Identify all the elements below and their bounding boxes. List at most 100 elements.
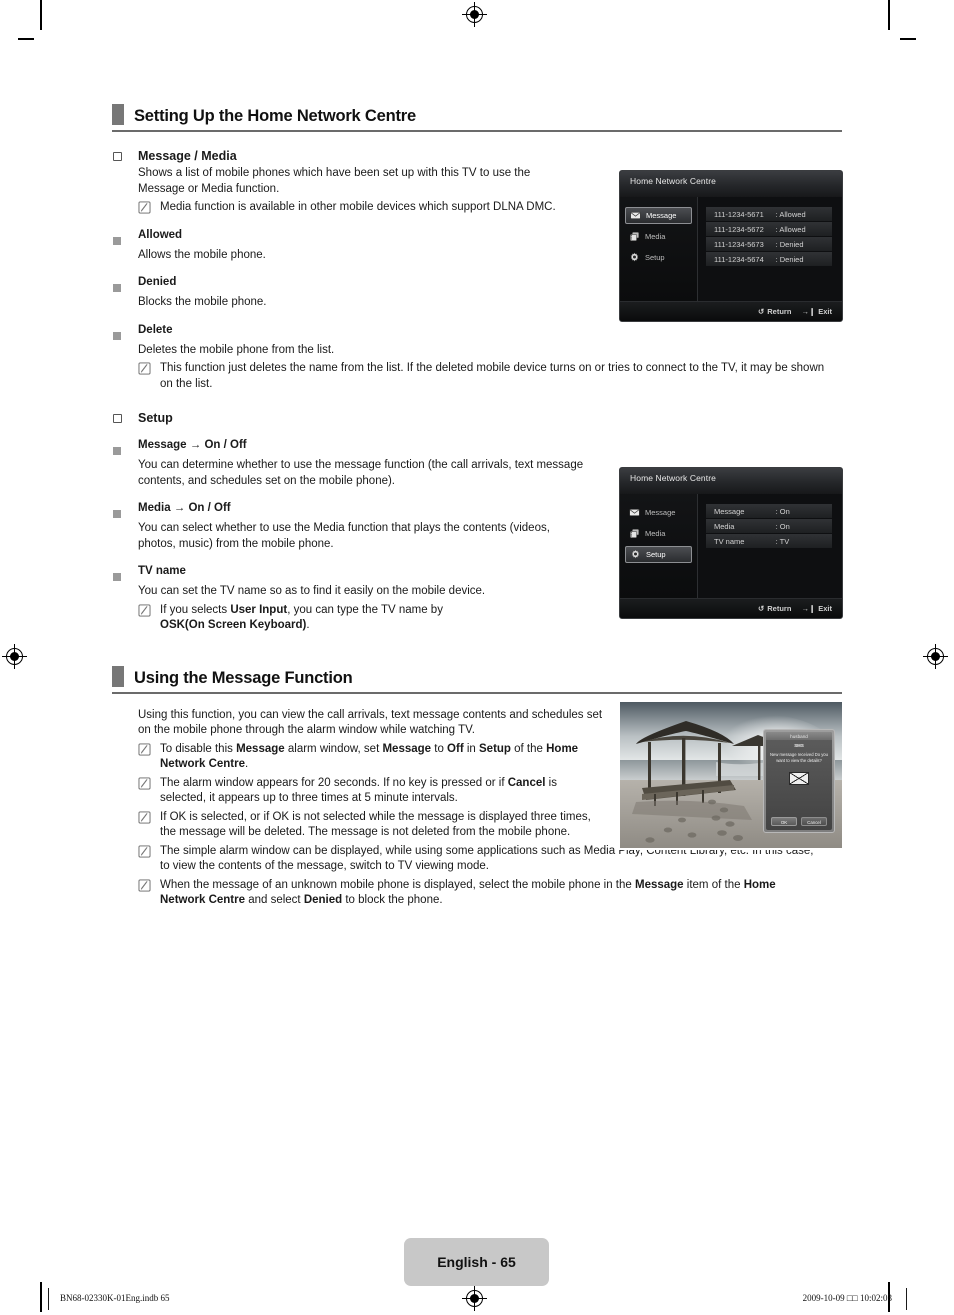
media-icon [629, 231, 640, 242]
topic-title: Setup [138, 411, 173, 425]
osd-nav-item-message[interactable]: Message [625, 207, 692, 224]
crop-mark-top-left-h [18, 38, 34, 40]
osd-row-key: Media [714, 521, 735, 531]
note-text-run: . [245, 758, 249, 770]
sms-alarm-dialog: husband SMS New message received Do you … [763, 729, 835, 833]
topic-setup: Setup [112, 410, 842, 426]
note-text-run: alarm window, set [284, 742, 383, 755]
osd-title-bar: Home Network Centre [620, 171, 842, 197]
open-square-bullet-icon [112, 410, 138, 426]
osd-nav: Message Media Setup [620, 494, 698, 598]
note-row: This function just deletes the name from… [112, 361, 838, 392]
osd-nav-item-setup[interactable]: Setup [625, 249, 692, 266]
osd-list-row[interactable]: Message: On [706, 504, 832, 519]
note-text-run: The alarm window appears for 20 seconds.… [160, 776, 508, 789]
note-text-pre: If you selects [160, 603, 231, 616]
note-text-run: To disable this [160, 742, 237, 755]
osd-row-value: : Denied [775, 239, 804, 249]
manual-page: Setting Up the Home Network Centre Messa… [0, 0, 954, 1315]
osd-return-button[interactable]: ↺ Return [758, 307, 791, 316]
topic-title: Delete [138, 323, 173, 336]
osd-nav-item-media[interactable]: Media [625, 525, 692, 542]
osd-row-key: 111-1234-5674 [714, 254, 764, 264]
osd-nav-label: Setup [645, 253, 665, 262]
osd-setup-list: Message: On Media: On TV name : TV [698, 494, 842, 598]
topic-title: Denied [138, 276, 177, 288]
note-pencil-icon [138, 810, 160, 841]
note-text-bold-user-input: User Input [230, 603, 288, 616]
note-text-run: item of the [683, 878, 744, 891]
registration-mark-left [2, 644, 27, 669]
note-pencil-icon [138, 361, 160, 392]
crop-mark-top-right-h [900, 38, 916, 40]
note-text-bold: Message [382, 742, 432, 755]
osd-body: Message Media Setup Message: On Media: … [620, 494, 842, 598]
note-text-bold: Setup [479, 742, 511, 755]
osd-list-row[interactable]: 111-1234-5672: Allowed [706, 222, 832, 237]
filled-square-bullet-icon [112, 438, 138, 456]
cancel-button[interactable]: Cancel [801, 817, 827, 826]
note-row: If you selects User Input, you can type … [112, 603, 582, 634]
osd-exit-button[interactable]: →❙ Exit [801, 604, 832, 613]
note-row: To disable this Message alarm window, se… [112, 742, 602, 773]
topic-title: Allowed [138, 228, 183, 241]
sms-message-text: New message received Do you want to view… [770, 752, 828, 763]
osd-list-row[interactable]: 111-1234-5671: Allowed [706, 207, 832, 222]
osd-row-key: Message [714, 506, 745, 516]
note-pencil-icon [138, 878, 160, 909]
osd-nav-item-message[interactable]: Message [625, 504, 692, 521]
osd-row-value: : TV [775, 536, 790, 546]
section-tab-marker [112, 665, 124, 687]
note-text-run: to [431, 742, 448, 755]
note-text: Media function is available in other mob… [160, 201, 556, 213]
osd-nav-label: Message [645, 508, 676, 517]
gear-icon [629, 252, 640, 263]
note-text-bold: Off [447, 742, 464, 755]
osd-row-value: : Denied [775, 254, 804, 264]
osd-title-bar: Home Network Centre [620, 468, 842, 494]
osd-nav-label: Media [645, 232, 666, 241]
envelope-icon [629, 507, 640, 518]
note-pencil-icon [138, 742, 160, 773]
osd-nav-label: Setup [646, 550, 666, 559]
note-row: If OK is selected, or if OK is not selec… [112, 810, 602, 841]
topic-body: Deletes the mobile phone from the list. [138, 343, 335, 356]
section-header-setting-up: Setting Up the Home Network Centre [112, 104, 842, 132]
note-text-run: of the [510, 742, 547, 755]
ok-button[interactable]: OK [771, 817, 797, 826]
note-text: If you selects User Input, you can type … [160, 603, 443, 634]
topic-body: You can determine whether to use the mes… [138, 459, 584, 487]
registration-mark-right [923, 644, 948, 669]
osd-return-label: Return [767, 307, 792, 316]
osd-list-row[interactable]: 111-1234-5673: Denied [706, 237, 832, 252]
note-text-bold: Message [635, 878, 684, 891]
osd-phone-list: 111-1234-5671: Allowed 111-1234-5672: Al… [698, 197, 842, 301]
crop-mark-top-left-v [40, 0, 42, 30]
osd-exit-button[interactable]: →❙ Exit [801, 307, 832, 316]
osd-list-row[interactable]: 111-1234-5674 : Denied [706, 252, 832, 267]
osd-nav-item-setup[interactable]: Setup [625, 546, 692, 563]
note-pencil-icon [138, 200, 160, 216]
osd-footer: ↺ Return →❙ Exit [620, 598, 842, 618]
return-arrow-icon: ↺ [757, 604, 765, 613]
osd-return-button[interactable]: ↺ Return [758, 604, 791, 613]
osd-nav-item-media[interactable]: Media [625, 228, 692, 245]
footer-file-name: BN68-02330K-01Eng.indb 65 [60, 1293, 170, 1303]
note-text: When the message of an unknown mobile ph… [160, 878, 812, 909]
topic-delete: Delete [112, 323, 842, 341]
note-text-end: . [306, 619, 310, 631]
osd-exit-label: Exit [818, 307, 832, 316]
note-text-bold: Cancel [507, 776, 546, 789]
section-header-using-message: Using the Message Function [112, 665, 842, 694]
footer-timestamp: 2009-10-09 □□ 10:02:03 [802, 1293, 892, 1303]
osd-list-row[interactable]: TV name : TV [706, 534, 832, 549]
note-row: When the message of an unknown mobile ph… [112, 878, 812, 909]
sms-type-label: SMS [794, 743, 804, 748]
filled-square-bullet-icon [112, 564, 138, 582]
exit-icon: →❙ [801, 604, 816, 613]
osd-row-key: TV name [714, 536, 745, 546]
osd-exit-label: Exit [818, 604, 832, 613]
osd-body: Message Media Setup 111-1234-5671: Allow… [620, 197, 842, 301]
osd-list-row[interactable]: Media: On [706, 519, 832, 534]
topic-body: Shows a list of mobile phones which have… [138, 167, 531, 195]
